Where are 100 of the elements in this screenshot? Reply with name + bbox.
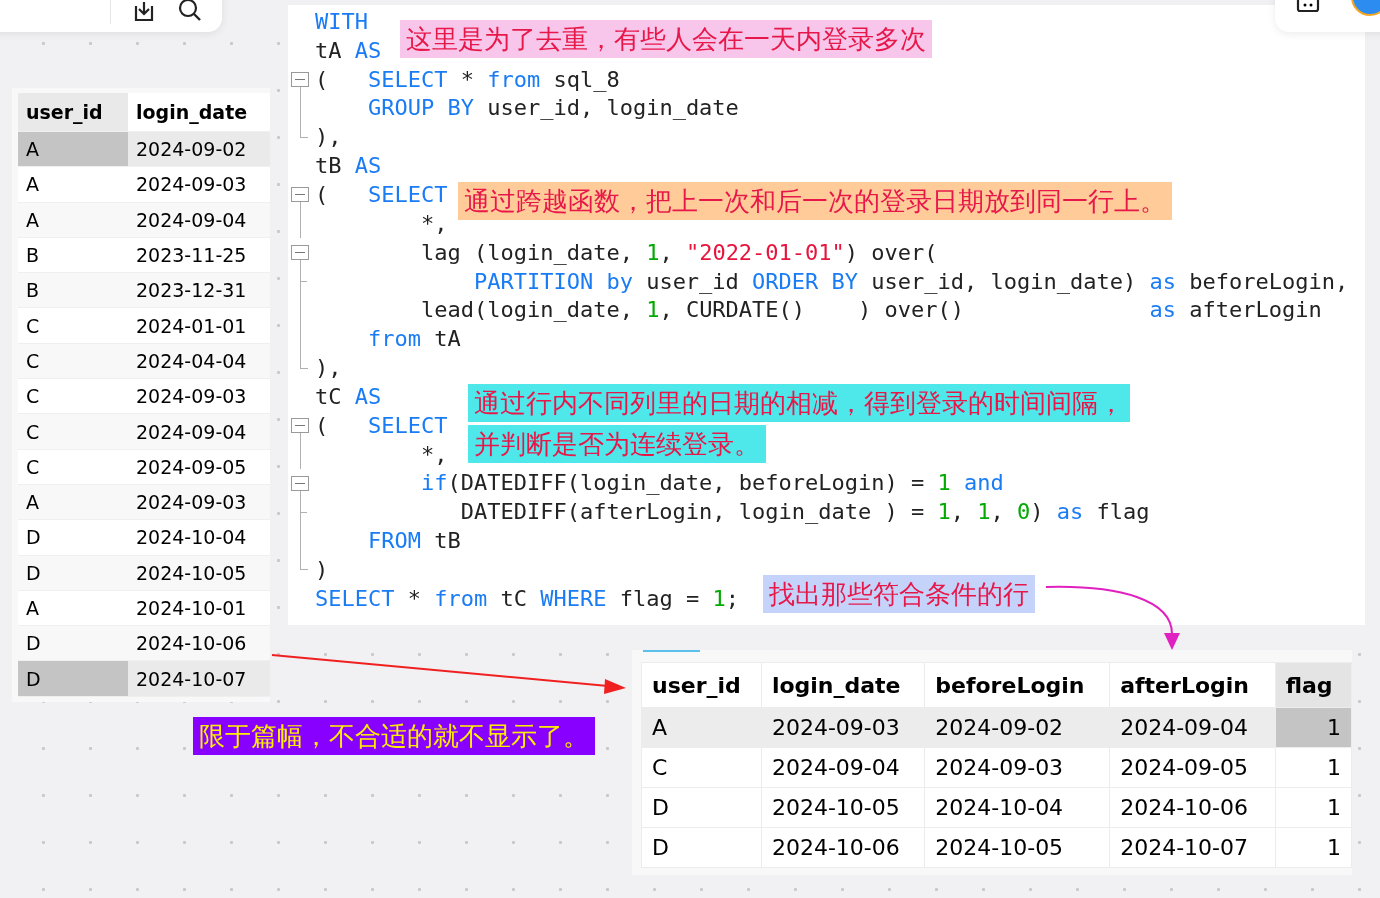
- table-cell: C: [641, 747, 762, 788]
- code-line: *,: [419, 210, 448, 236]
- table-cell: 2024-04-04: [128, 343, 270, 379]
- table-row[interactable]: A 2024-09-02: [18, 131, 270, 167]
- code-line: GROUP BY user_id, login_date: [366, 95, 739, 121]
- table-cell: 2024-09-03: [924, 747, 1110, 788]
- annotation-label: 通过行内不同列里的日期的相减，得到登录的时间间隔，: [468, 384, 1130, 422]
- table-cell: D: [641, 827, 762, 868]
- table-cell: C: [18, 378, 128, 414]
- table-cell: 2024-10-07: [128, 660, 270, 697]
- table-cell: D: [18, 519, 128, 556]
- table-cell: 2024-09-02: [128, 131, 270, 167]
- table-cell: 2024-10-05: [924, 827, 1110, 868]
- table-row[interactable]: B 2023-12-31: [18, 272, 270, 308]
- table-cell: 2023-12-31: [128, 272, 270, 308]
- table-cell: C: [18, 308, 128, 344]
- table-cell: 2024-09-04: [761, 747, 925, 788]
- table-cell: 2024-10-04: [128, 519, 270, 556]
- table-cell: 2024-09-03: [128, 484, 270, 520]
- code-line: lead(login_date, 1, CURDATE() ) over() as afterLogin: [419, 297, 1322, 323]
- table-row[interactable]: C 2024-09-05: [18, 449, 270, 485]
- table-cell: 2024-09-02: [924, 707, 1110, 748]
- annotation-label: 限于篇幅，不合适的就不显示了。: [193, 717, 595, 755]
- table-cell: 1: [1275, 827, 1352, 868]
- collapse-icon[interactable]: [291, 417, 309, 433]
- table-row[interactable]: A 2024-09-04: [18, 202, 270, 238]
- table-cell: 2024-10-07: [1109, 827, 1276, 868]
- table-row[interactable]: C 2024-04-04: [18, 343, 270, 379]
- table-row[interactable]: D 2024-10-06 2024-10-05 2024-10-07 1: [641, 827, 1352, 868]
- table-row[interactable]: A 2024-09-03: [18, 166, 270, 203]
- table-cell: A: [641, 707, 762, 748]
- table-cell: 2024-10-06: [761, 827, 925, 868]
- table-row[interactable]: C 2024-09-03: [18, 378, 270, 414]
- column-header[interactable]: login_date: [761, 662, 925, 708]
- code-line: SELECT * from tC WHERE flag = 1;: [315, 585, 739, 611]
- collapse-icon[interactable]: [291, 244, 309, 260]
- code-line: ),: [315, 355, 342, 381]
- table-cell: 2024-09-04: [128, 413, 270, 450]
- table-row[interactable]: D 2024-10-05: [18, 555, 270, 591]
- table-cell: 2024-10-05: [761, 787, 925, 828]
- column-header[interactable]: user_id: [18, 93, 128, 132]
- code-line: lag (login_date, 1, "2022-01-01") over(: [419, 239, 938, 265]
- table-cell: 2024-09-04: [128, 202, 270, 238]
- table-cell: 2024-10-06: [128, 625, 270, 661]
- table-row[interactable]: C 2024-01-01: [18, 308, 270, 344]
- code-line: ( SELECT: [315, 412, 448, 438]
- table-cell: 1: [1275, 707, 1352, 748]
- column-header[interactable]: login_date: [128, 93, 270, 132]
- table-cell: D: [18, 555, 128, 591]
- table-row[interactable]: D 2024-10-05 2024-10-04 2024-10-06 1: [641, 787, 1352, 828]
- table-cell: C: [18, 449, 128, 485]
- code-line: from tA: [366, 326, 461, 352]
- code-line: WITH: [315, 8, 368, 34]
- table-cell: D: [641, 787, 762, 828]
- table-cell: 1: [1275, 747, 1352, 788]
- table-cell: B: [18, 272, 128, 308]
- table-cell: 2024-09-03: [761, 707, 925, 748]
- code-line: ( SELECT * from sql_8: [315, 66, 620, 92]
- table-cell: 1: [1275, 787, 1352, 828]
- table-cell: A: [18, 131, 128, 167]
- table-row[interactable]: D 2024-10-06: [18, 625, 270, 661]
- table-row[interactable]: D 2024-10-04: [18, 519, 270, 556]
- table-cell: A: [18, 202, 128, 238]
- code-line: tC AS: [315, 383, 382, 409]
- code-line: ): [315, 556, 329, 582]
- annotation-label: 并判断是否为连续登录。: [468, 425, 766, 463]
- table-cell: 2024-09-05: [1109, 747, 1276, 788]
- table-cell: 2024-10-05: [128, 555, 270, 591]
- table-cell: 2024-09-03: [128, 378, 270, 414]
- annotation-label: 找出那些符合条件的行: [763, 575, 1035, 613]
- table-row[interactable]: A 2024-09-03: [18, 484, 270, 520]
- code-line: ),: [315, 124, 342, 150]
- table-cell: A: [18, 590, 128, 626]
- collapse-icon[interactable]: [291, 475, 309, 491]
- table-cell: A: [18, 166, 128, 203]
- annotation-label: 这里是为了去重，有些人会在一天内登录多次: [400, 20, 932, 58]
- code-line: *,: [419, 441, 448, 467]
- code-line: DATEDIFF(afterLogin, login_date ) = 1, 1, 0) as flag: [459, 499, 1150, 525]
- table-cell: D: [18, 625, 128, 661]
- column-header[interactable]: flag: [1275, 662, 1352, 708]
- table-cell: 2024-10-01: [128, 590, 270, 626]
- table-row[interactable]: B 2023-11-25: [18, 237, 270, 273]
- column-header[interactable]: afterLogin: [1109, 662, 1276, 708]
- code-line: tA AS: [315, 37, 382, 63]
- table-cell: 2024-10-04: [924, 787, 1110, 828]
- table-cell: 2024-09-05: [128, 449, 270, 485]
- collapse-icon[interactable]: [291, 187, 309, 203]
- table-cell: 2024-10-06: [1109, 787, 1276, 828]
- column-header[interactable]: beforeLogin: [924, 662, 1110, 708]
- table-cell: C: [18, 413, 128, 450]
- table-row[interactable]: D 2024-10-07: [18, 660, 270, 697]
- code-line: if(DATEDIFF(login_date, beforeLogin) = 1 and: [419, 470, 1004, 496]
- table-row[interactable]: C 2024-09-04: [18, 413, 270, 450]
- table-row[interactable]: C 2024-09-04 2024-09-03 2024-09-05 1: [641, 747, 1352, 788]
- column-header[interactable]: user_id: [641, 662, 762, 708]
- table-cell: 2024-09-03: [128, 166, 270, 203]
- table-cell: B: [18, 237, 128, 273]
- table-row[interactable]: A 2024-09-03 2024-09-02 2024-09-04 1: [641, 707, 1352, 748]
- collapse-icon[interactable]: [291, 71, 309, 87]
- table-row[interactable]: A 2024-10-01: [18, 590, 270, 626]
